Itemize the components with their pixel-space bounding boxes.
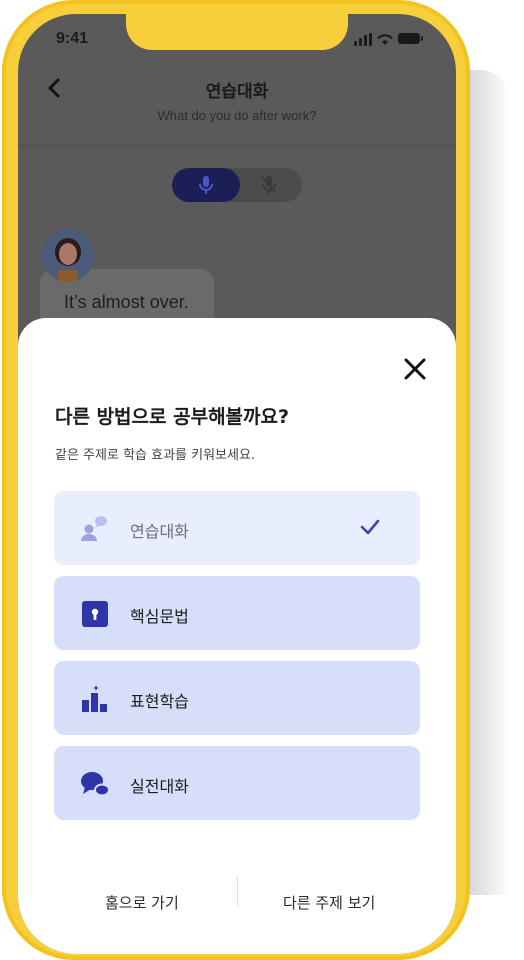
option-label: 표현학습	[130, 692, 189, 711]
option-label: 연습대화	[130, 522, 189, 541]
page-title: 연습대화	[205, 82, 269, 102]
option-practice-conversation[interactable]: 연습대화	[54, 491, 420, 565]
option-label: 핵심문법	[130, 607, 189, 626]
signal-bar	[369, 33, 372, 46]
microphone-icon	[199, 176, 213, 194]
check-icon	[360, 519, 380, 535]
tutor-avatar	[42, 230, 94, 282]
option-key-grammar[interactable]: 핵심문법	[54, 576, 420, 650]
page-subtitle: What do you do after work?	[157, 108, 317, 123]
sheet-title: 다른 방법으로 공부해볼까요?	[55, 406, 290, 428]
header-divider	[18, 145, 456, 146]
mic-on-button[interactable]	[172, 168, 240, 202]
option-real-conversation[interactable]: 실전대화	[54, 746, 420, 820]
mic-toggle[interactable]	[172, 168, 302, 202]
close-icon[interactable]	[402, 356, 428, 382]
option-expression-study[interactable]: 표현학습	[54, 661, 420, 735]
signal-bar	[364, 35, 367, 46]
status-icons	[354, 32, 424, 46]
status-time: 9:41	[56, 30, 89, 47]
signal-bar	[359, 38, 362, 46]
option-label: 실전대화	[130, 777, 189, 796]
other-topic-button[interactable]: 다른 주제 보기	[283, 892, 375, 913]
footer-divider	[237, 876, 238, 906]
phone-notch	[126, 14, 348, 50]
lock-book-icon	[82, 601, 108, 627]
podium-icon	[82, 685, 107, 712]
phone-screen: 9:41 연습대화 What do you do after work? It’…	[18, 14, 456, 954]
wifi-icon	[377, 34, 393, 45]
sheet-subtitle: 같은 주제로 학습 효과를 키워보세요.	[55, 448, 256, 463]
battery-tip	[421, 36, 423, 41]
battery-icon	[398, 33, 420, 44]
avatar-illustration	[42, 230, 94, 282]
microphone-muted-icon	[261, 176, 277, 194]
home-button[interactable]: 홈으로 가기	[105, 892, 179, 913]
speech-bubbles-icon	[81, 772, 110, 797]
signal-icon	[354, 41, 357, 46]
chat-person-icon	[81, 516, 107, 541]
chat-message: It’s almost over.	[64, 292, 189, 312]
phone-shadow	[470, 70, 510, 895]
